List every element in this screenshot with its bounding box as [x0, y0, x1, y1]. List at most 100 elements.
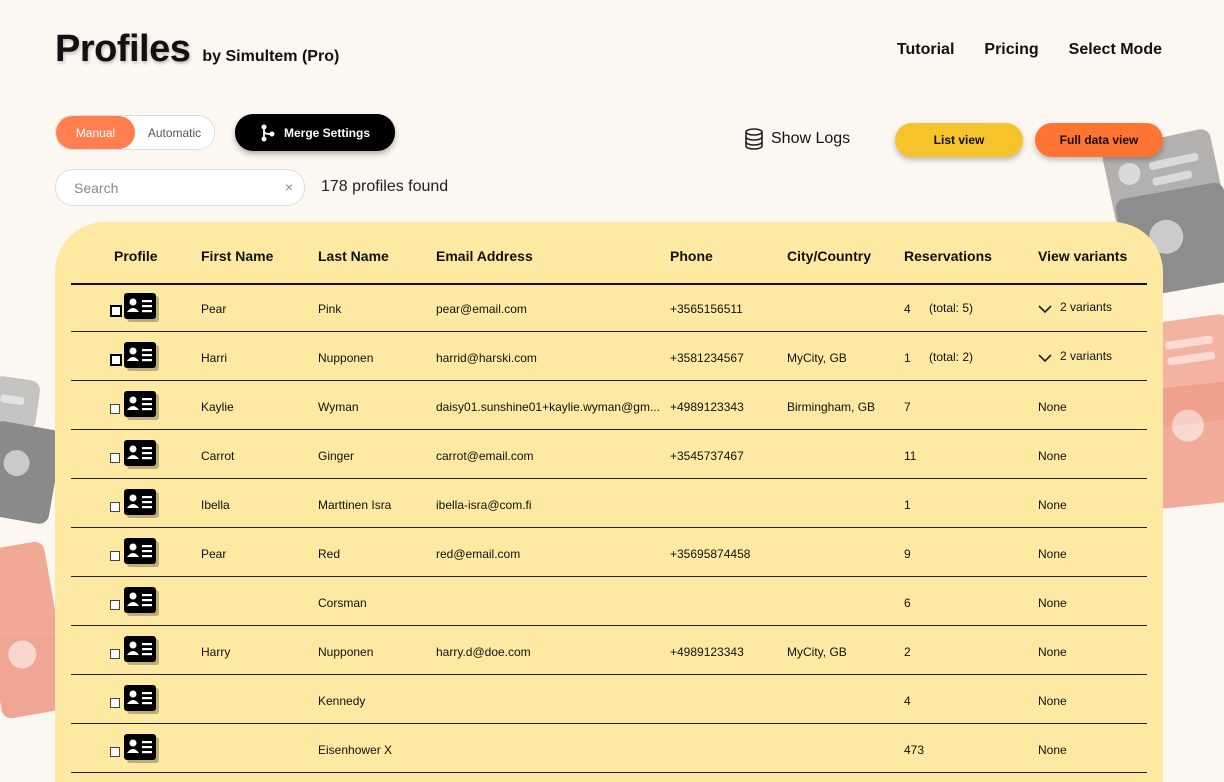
reservations-cell: 9 — [904, 547, 911, 561]
last-name-cell: Eisenhower X — [318, 743, 393, 757]
table-row[interactable]: Ibella Marttinen Isra ibella-isra@com.fi 1 N… — [71, 479, 1147, 528]
variants-count: 2 variants — [1060, 300, 1113, 314]
profile-card-icon[interactable] — [124, 685, 159, 714]
view-variants-toggle[interactable]: 2 variants — [1038, 300, 1112, 314]
column-header-email: Email Address — [436, 248, 533, 264]
first-name-cell: Harry — [201, 645, 231, 659]
reservations-cell: 473 — [904, 743, 925, 757]
page-title: Profiles — [55, 28, 191, 70]
mode-automatic-option[interactable]: Automatic — [135, 116, 214, 149]
row-checkbox[interactable] — [110, 698, 120, 708]
email-cell: harry.d@doe.com — [436, 645, 531, 659]
nav-tutorial[interactable]: Tutorial — [897, 41, 954, 59]
list-view-button[interactable]: List view — [895, 123, 1023, 157]
last-name-cell: Ginger — [318, 449, 355, 463]
profile-card-icon[interactable] — [124, 293, 159, 322]
last-name-cell: Kennedy — [318, 694, 366, 708]
row-checkbox[interactable] — [110, 649, 120, 659]
show-logs-button[interactable]: Show Logs — [745, 128, 850, 150]
top-nav: Tutorial Pricing Select Mode — [897, 41, 1162, 59]
variants-value: None — [1038, 547, 1067, 561]
table-header: Profile First Name Last Name Email Addre… — [71, 222, 1147, 285]
city-country-cell: Birmingham, GB — [787, 400, 876, 414]
profiles-table: Profile First Name Last Name Email Addre… — [55, 222, 1163, 782]
profile-card-icon[interactable] — [124, 391, 159, 420]
mode-manual-option[interactable]: Manual — [56, 116, 135, 149]
chevron-down-icon — [1038, 305, 1052, 313]
column-header-first-name: First Name — [201, 248, 274, 264]
row-checkbox[interactable] — [110, 600, 120, 610]
table-row[interactable]: Harri Nupponen harrid@harski.com +358123456… — [71, 332, 1147, 381]
table-row[interactable]: Harry Nupponen harry.d@doe.com +4989123343 M… — [71, 626, 1147, 675]
row-checkbox[interactable] — [110, 747, 120, 757]
email-cell: carrot@email.com — [436, 449, 534, 463]
profile-card-icon[interactable] — [124, 587, 159, 616]
table-row[interactable]: Eisenhower X 473 None — [71, 724, 1147, 773]
variants-value: None — [1038, 743, 1067, 757]
branch-icon — [260, 124, 276, 142]
show-logs-label: Show Logs — [771, 130, 851, 147]
chevron-down-icon — [1038, 354, 1052, 362]
phone-cell: +3545737467 — [670, 449, 744, 463]
profile-card-icon[interactable] — [124, 342, 159, 371]
column-header-city-country: City/Country — [787, 248, 871, 264]
reservations-cell: 2 — [904, 645, 911, 659]
email-cell: daisy01.sunshine01+kaylie.wyman@gm... — [436, 400, 660, 414]
last-name-cell: Nupponen — [318, 351, 374, 365]
variants-value: None — [1038, 498, 1067, 512]
reservations-cell: 1 — [904, 498, 911, 512]
phone-cell: +3565156511 — [670, 302, 743, 316]
profile-card-icon[interactable] — [124, 538, 159, 567]
merge-settings-button[interactable]: Merge Settings — [235, 114, 395, 151]
merge-settings-label: Merge Settings — [283, 125, 370, 140]
column-header-profile: Profile — [114, 248, 158, 264]
page-subtitle: by Simultem (Pro) — [202, 48, 340, 65]
table-row[interactable]: Kennedy 4 None — [71, 675, 1147, 724]
profile-card-icon[interactable] — [124, 636, 159, 665]
row-checkbox[interactable] — [110, 551, 120, 561]
phone-cell: +4989123343 — [670, 645, 744, 659]
row-checkbox[interactable] — [110, 502, 120, 512]
table-row[interactable]: Corsman 6 None — [71, 577, 1147, 626]
first-name-cell: Ibella — [201, 498, 230, 512]
variants-value: None — [1038, 694, 1067, 708]
reservations-cell: 6 — [904, 596, 911, 610]
reservations-cell: 4 — [904, 694, 911, 708]
phone-cell: +4989123343 — [670, 400, 744, 414]
reservations-cell: 11 — [904, 449, 917, 463]
full-data-view-button[interactable]: Full data view — [1035, 123, 1163, 157]
mode-toggle: Manual Automatic — [55, 115, 215, 150]
search-box: × — [55, 169, 305, 206]
row-checkbox[interactable] — [110, 453, 120, 463]
email-cell: ibella-isra@com.fi — [436, 498, 532, 512]
last-name-cell: Wyman — [318, 400, 359, 414]
table-row[interactable]: Carrot Ginger carrot@email.com +3545737467 1… — [71, 430, 1147, 479]
last-name-cell: Red — [318, 547, 341, 561]
reservations-cell: 7 — [904, 400, 911, 414]
first-name-cell: Carrot — [201, 449, 235, 463]
row-checkbox[interactable] — [110, 305, 122, 317]
profile-card-icon[interactable] — [124, 489, 159, 518]
table-row[interactable]: Pear Pink pear@email.com +3565156511 4 (total… — [71, 283, 1147, 332]
table-row[interactable]: Kaylie Wyman daisy01.sunshine01+kaylie.wym… — [71, 381, 1147, 430]
profile-card-icon[interactable] — [124, 440, 159, 469]
view-variants-toggle[interactable]: 2 variants — [1038, 349, 1112, 363]
first-name-cell: Harri — [201, 351, 227, 365]
profile-card-icon[interactable] — [124, 734, 159, 763]
column-header-view-variants: View variants — [1038, 248, 1128, 264]
search-input[interactable] — [72, 179, 266, 197]
nav-select-mode[interactable]: Select Mode — [1069, 41, 1162, 59]
clear-search-icon[interactable]: × — [285, 179, 293, 195]
table-row[interactable]: Pear Red red@email.com +35695874458 9 None — [71, 528, 1147, 577]
variants-value: None — [1038, 596, 1067, 610]
reservations-total: (total: 5) — [929, 301, 974, 315]
results-count: 178 profiles found — [321, 178, 449, 195]
last-name-cell: Pink — [318, 302, 342, 316]
reservations-total: (total: 2) — [929, 350, 974, 364]
last-name-cell: Marttinen Isra — [318, 498, 392, 512]
row-checkbox[interactable] — [110, 404, 120, 414]
city-country-cell: MyCity, GB — [787, 645, 847, 659]
variants-count: 2 variants — [1060, 349, 1113, 363]
row-checkbox[interactable] — [110, 354, 122, 366]
nav-pricing[interactable]: Pricing — [984, 41, 1038, 59]
